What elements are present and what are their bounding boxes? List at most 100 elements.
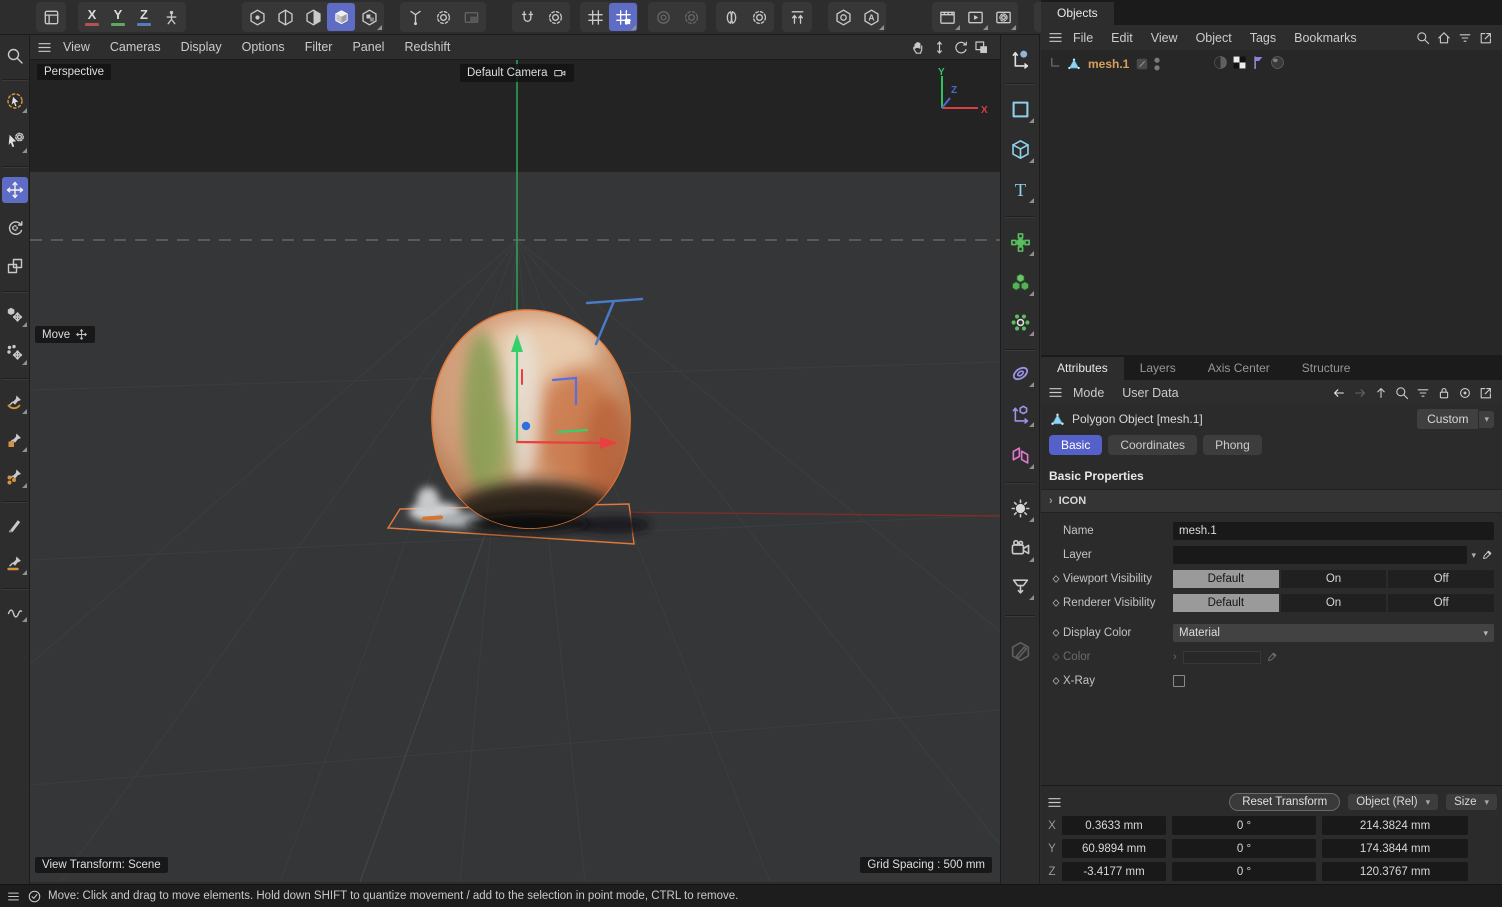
objects-menu-icon[interactable] [1047, 29, 1064, 46]
viewport-solo-button[interactable] [829, 3, 857, 31]
option-off[interactable]: Off [1388, 570, 1494, 588]
render-picture-viewer-button[interactable] [961, 3, 989, 31]
option-default[interactable]: Default [1173, 570, 1279, 588]
attr-filter-icon[interactable] [1415, 385, 1431, 401]
objects-menu-edit[interactable]: Edit [1102, 31, 1142, 45]
objects-menu-file[interactable]: File [1064, 31, 1102, 45]
objects-home-icon[interactable] [1436, 30, 1452, 46]
tab-structure[interactable]: Structure [1286, 357, 1367, 380]
quantize-button[interactable] [609, 3, 637, 31]
x-axis-lock-button[interactable]: X [79, 3, 105, 31]
coordinates-menu-icon[interactable] [1046, 794, 1063, 811]
object-row-mesh1[interactable]: mesh.1 [1041, 53, 1502, 75]
objects-filter-icon[interactable] [1457, 30, 1473, 46]
eyedropper-icon[interactable] [1480, 548, 1494, 562]
viewport-menu-display[interactable]: Display [171, 40, 232, 54]
subdivision-surface-button[interactable] [1005, 227, 1035, 257]
rotation-field-x[interactable]: 0 ° [1172, 816, 1316, 835]
object-mode-button[interactable] [355, 3, 383, 31]
spline-rect-pen-button[interactable] [2, 427, 28, 453]
size-field-z[interactable]: 120.3767 mm [1322, 862, 1468, 881]
uv-tag-icon[interactable] [1231, 54, 1248, 71]
attributes-menu-user-data[interactable]: User Data [1113, 386, 1187, 400]
y-axis-lock-button[interactable]: Y [105, 3, 131, 31]
section-tab-coordinates[interactable]: Coordinates [1108, 435, 1197, 455]
objects-popout-icon[interactable] [1478, 30, 1494, 46]
keyframe-diamond-icon[interactable] [1049, 676, 1063, 686]
mograph-button[interactable] [1005, 398, 1035, 428]
parent-object-icon[interactable] [1373, 385, 1389, 401]
keyframe-diamond-icon[interactable] [1049, 574, 1063, 584]
status-menu-icon[interactable] [6, 889, 21, 904]
spline-line-pen-button[interactable] [2, 550, 28, 576]
size-mode-dropdown[interactable]: Size ▾ [1446, 794, 1497, 810]
transform-model-button[interactable] [2, 302, 28, 328]
zoom-view-button[interactable] [931, 39, 948, 56]
edge-mode-button[interactable] [271, 3, 299, 31]
attr-search-icon[interactable] [1394, 385, 1410, 401]
spline-points-pen-button[interactable] [2, 463, 28, 489]
section-tab-phong[interactable]: Phong [1203, 435, 1262, 455]
edit-render-settings-button[interactable] [989, 3, 1017, 31]
live-selection-button[interactable] [2, 88, 28, 114]
position-field-z[interactable]: -3.4177 mm [1062, 862, 1166, 881]
primitive-object-button[interactable] [1005, 134, 1035, 164]
tab-objects[interactable]: Objects [1041, 2, 1114, 25]
texture-tag-icon[interactable] [1212, 54, 1229, 71]
rotation-field-z[interactable]: 0 ° [1172, 862, 1316, 881]
layout-window-button[interactable] [37, 3, 65, 31]
viewport-menu-panel[interactable]: Panel [342, 40, 394, 54]
viewport-menu-icon[interactable] [36, 39, 53, 56]
position-field-x[interactable]: 0.3633 mm [1062, 816, 1166, 835]
coordinates-tool-button[interactable] [1005, 43, 1035, 73]
objects-menu-view[interactable]: View [1142, 31, 1187, 45]
rotate-view-button[interactable] [952, 39, 969, 56]
keyframe-diamond-icon[interactable] [1049, 628, 1063, 638]
attr-popout-icon[interactable] [1478, 385, 1494, 401]
render-view-button[interactable] [933, 3, 961, 31]
axis-orientation-gizmo[interactable]: Y Z X [928, 66, 990, 118]
viewport-menu-cameras[interactable]: Cameras [100, 40, 171, 54]
move-tool-button[interactable] [2, 177, 28, 203]
auto-mode-button[interactable]: A [857, 3, 885, 31]
position-field-y[interactable]: 60.9894 mm [1062, 839, 1166, 858]
objects-menu-tags[interactable]: Tags [1241, 31, 1285, 45]
keyframe-diamond-icon[interactable] [1049, 598, 1063, 608]
search-commands-button[interactable] [2, 43, 28, 69]
grid-button[interactable] [581, 3, 609, 31]
attr-track-icon[interactable] [1457, 385, 1473, 401]
axis-settings-button[interactable] [429, 3, 457, 31]
viewport-canvas[interactable] [30, 60, 1000, 882]
attributes-menu-icon[interactable] [1047, 384, 1064, 401]
generator-button[interactable] [1005, 307, 1035, 337]
z-axis-lock-button[interactable]: Z [131, 3, 157, 31]
coordinate-mode-dropdown[interactable]: Object (Rel) ▾ [1348, 794, 1438, 810]
material-tag-icon[interactable] [1269, 54, 1286, 71]
points-mode-button[interactable] [243, 3, 271, 31]
transfer-axis-button[interactable] [783, 3, 811, 31]
object-name-label[interactable]: mesh.1 [1085, 57, 1132, 71]
pan-view-button[interactable] [910, 39, 927, 56]
viewport-menu-view[interactable]: View [53, 40, 100, 54]
phong-tag-icon[interactable] [1250, 54, 1267, 71]
coordinate-system-button[interactable] [157, 3, 185, 31]
display-color-dropdown[interactable]: Material ▾ [1173, 624, 1494, 642]
editable-toggle-icon[interactable] [1135, 57, 1149, 71]
objects-menu-object[interactable]: Object [1187, 31, 1241, 45]
xray-checkbox[interactable] [1173, 675, 1185, 687]
model-mode-button[interactable] [327, 3, 355, 31]
rotation-field-y[interactable]: 0 ° [1172, 839, 1316, 858]
text-object-button[interactable]: T [1005, 174, 1035, 204]
view-label[interactable]: Perspective [37, 64, 111, 80]
layer-input[interactable] [1173, 546, 1467, 564]
symmetry-object-button[interactable] [1005, 440, 1035, 470]
attr-lock-icon[interactable] [1436, 385, 1452, 401]
deformer-button[interactable] [1005, 358, 1035, 388]
rotate-tool-button[interactable] [2, 215, 28, 241]
history-back-icon[interactable] [1331, 385, 1347, 401]
reset-transform-button[interactable]: Reset Transform [1229, 793, 1340, 811]
tab-axis-center[interactable]: Axis Center [1192, 357, 1286, 380]
spline-primitive-button[interactable] [1005, 94, 1035, 124]
viewport-menu-filter[interactable]: Filter [295, 40, 343, 54]
polygon-mode-button[interactable] [299, 3, 327, 31]
